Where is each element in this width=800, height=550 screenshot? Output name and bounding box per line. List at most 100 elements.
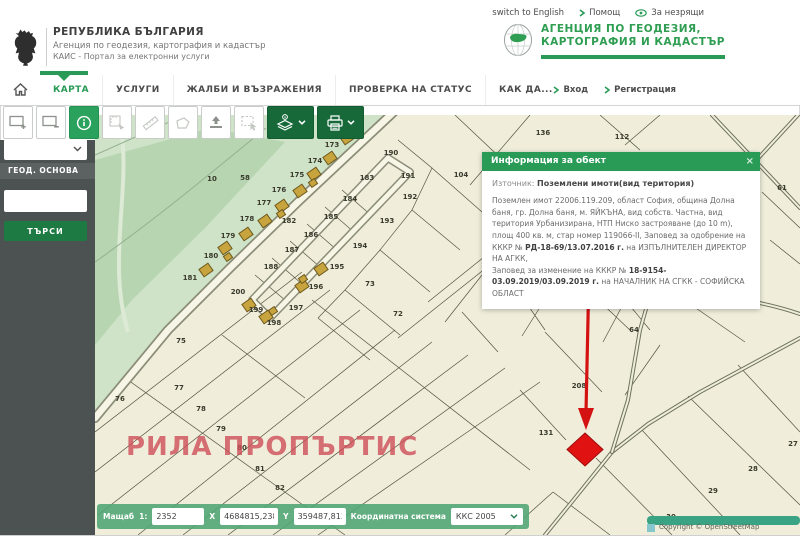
parcel-number-label: 187 [285,246,300,254]
measure-distance-button[interactable] [135,106,165,139]
identify-button[interactable] [69,106,99,139]
upload-button[interactable] [201,106,231,139]
logo-title: АГЕНЦИЯ ПО ГЕОДЕЗИЯ, КАРТОГРАФИЯ И КАДАС… [541,23,725,49]
parcel-number-label: 186 [304,231,319,239]
popup-body: Източник: Поземлени имоти(вид територия)… [482,171,760,309]
agency-title-block: РЕПУБЛИКА БЪЛГАРИЯ Агенция по геодезия, … [53,27,265,61]
copyright-text: Copyright © OpenStreetMap [659,523,759,531]
parcel-number-label: 208 [572,382,587,390]
globe-icon [503,23,533,57]
x-label: X [209,512,215,521]
parcel-number-label: 72 [393,310,403,318]
x-coordinate-input[interactable] [220,508,278,525]
crs-select[interactable]: ККС 2005 [451,508,523,525]
parcel-number-label: 179 [221,232,236,240]
print-button[interactable] [317,106,364,139]
measure-area-button[interactable] [102,106,132,139]
y-coordinate-input[interactable] [294,508,346,525]
parcel-number-label: 175 [290,171,305,179]
close-icon[interactable]: × [746,152,754,171]
top-utility-links: switch to English Помощ За незрящи [492,8,704,18]
portal-subtitle: КАИС - Портал за електронни услуги [53,53,265,61]
chevron-right-icon [553,86,559,94]
left-sidebar: ГЕОД. ОСНОВА ТЪРСИ [0,140,95,535]
page-header: РЕПУБЛИКА БЪЛГАРИЯ Агенция по геодезия, … [0,0,800,75]
header-divider [46,28,47,66]
main-navigation: КАРТАУСЛУГИЖАЛБИ И ВЪЗРАЖЕНИЯПРОВЕРКА НА… [0,75,800,106]
coat-of-arms-lion-icon [14,26,42,66]
agency-logo: АГЕНЦИЯ ПО ГЕОДЕЗИЯ, КАРТОГРАФИЯ И КАДАС… [503,23,725,59]
parcel-number-label: 58 [240,174,250,182]
scale-input[interactable] [152,508,204,525]
select-features-button[interactable] [234,106,264,139]
zoom-extent-button[interactable] [36,106,66,139]
parcel-number-label: 176 [272,186,287,194]
parcel-number-label: 180 [204,252,219,260]
map-statusbar: Мащаб 1: X Y Координатна система ККС 200… [97,504,529,529]
parcel-number-label: 190 [384,149,399,157]
chevron-right-icon [604,86,610,94]
parcel-number-label: 112 [615,133,630,141]
parcel-number-label: 200 [231,288,246,296]
parcel-info-text: Поземлен имот 22006.119.209, област Софи… [492,195,750,300]
republic-title: РЕПУБЛИКА БЪЛГАРИЯ [53,27,265,38]
source-label: Източник: [492,179,534,188]
chevron-down-icon [510,514,518,519]
kais-portal-page: РЕПУБЛИКА БЪЛГАРИЯ Агенция по геодезия, … [0,0,800,550]
zoom-window-button[interactable] [3,106,33,139]
parcel-number-label: 28 [748,465,758,473]
nav-tab-uslugi[interactable]: УСЛУГИ [102,75,173,105]
geod-search-input[interactable] [4,190,87,212]
chevron-down-icon [73,146,82,152]
parcel-number-label: 29 [708,487,718,495]
parcel-number-label: 73 [365,280,375,288]
parcel-number-label: 181 [183,274,198,282]
parcel-number-label: 183 [360,174,375,182]
parcel-number-label: 196 [309,283,324,291]
parcel-number-label: 81 [255,465,265,473]
auth-links: Вход Регистрация [553,75,676,105]
footer-strip [0,535,800,550]
y-label: Y [283,512,288,521]
parcel-number-label: 82 [275,484,285,492]
parcel-number-label: 76 [115,395,125,403]
parcel-number-label: 184 [343,195,358,203]
source-value: Поземлени имоти(вид територия) [537,179,694,188]
agency-subtitle: Агенция по геодезия, картография и кадас… [53,42,265,51]
nav-tabs: КАРТАУСЛУГИЖАЛБИ И ВЪЗРАЖЕНИЯПРОВЕРКА НА… [40,75,566,105]
parcel-number-label: 174 [308,157,323,165]
logo-underline [541,55,725,59]
scale-label: Мащаб [103,512,134,521]
draw-polygon-button[interactable] [168,106,198,139]
parcel-number-label: 104 [454,171,469,179]
eye-icon [635,9,647,17]
parcel-number-label: 61 [777,184,787,192]
layers-info-button[interactable] [267,106,314,139]
parcel-number-label: 195 [330,263,345,271]
login-link[interactable]: Вход [553,85,588,95]
popup-header: Информация за обект × [482,152,760,171]
parcel-number-label: 185 [324,213,339,221]
parcel-number-label: 173 [325,141,340,149]
switch-to-english-link[interactable]: switch to English [492,8,564,18]
home-icon[interactable] [12,82,29,97]
parcel-number-label: 136 [536,129,551,137]
parcel-number-label: 77 [174,384,184,392]
map-toolbar [3,106,364,139]
parcel-number-label: 178 [240,215,255,223]
nav-tab-karta[interactable]: КАРТА [40,75,102,105]
basemap-select[interactable] [4,139,87,160]
nav-tab-zhalbi[interactable]: ЖАЛБИ И ВЪЗРАЖЕНИЯ [173,75,335,105]
accessibility-link[interactable]: За незрящи [635,8,704,18]
register-link[interactable]: Регистрация [604,85,676,95]
parcel-number-label: 192 [403,193,418,201]
parcel-number-label: 131 [539,429,554,437]
help-link[interactable]: Помощ [579,8,620,18]
parcel-number-label: 182 [282,217,297,225]
parcel-number-label: 193 [380,217,395,225]
search-button[interactable]: ТЪРСИ [4,221,87,241]
object-info-popup: Информация за обект × Източник: Поземлен… [482,152,760,309]
parcel-number-label: 64 [629,326,639,334]
nav-tab-proverka[interactable]: ПРОВЕРКА НА СТАТУС [335,75,485,105]
crs-label: Координатна система [351,512,446,521]
